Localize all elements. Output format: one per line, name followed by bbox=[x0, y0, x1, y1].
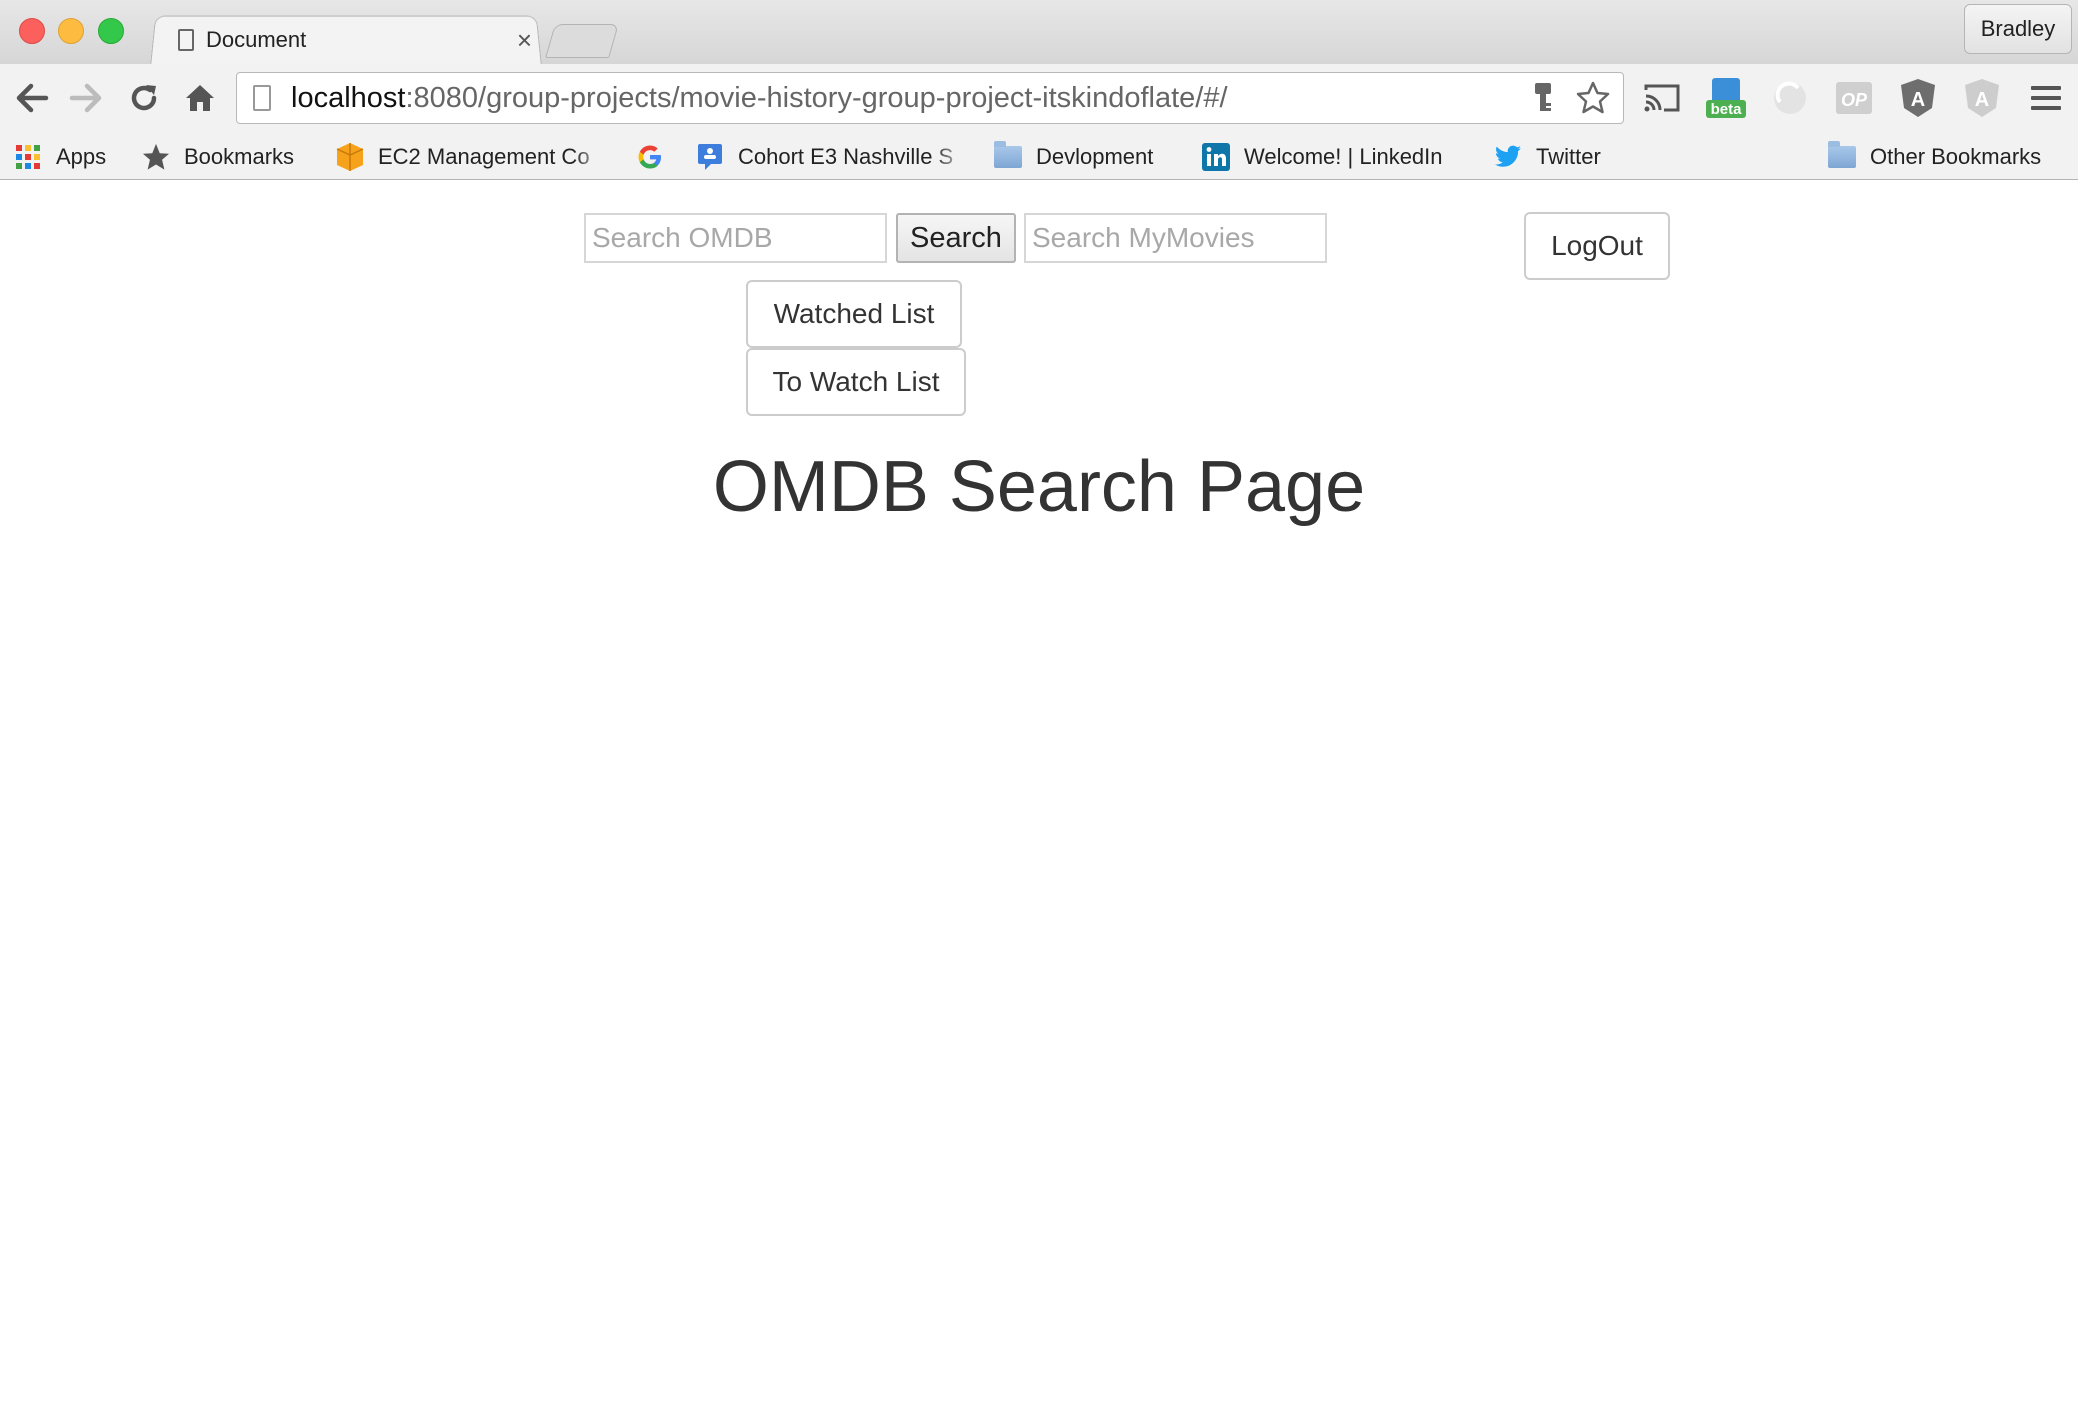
active-tab-content[interactable]: Document × bbox=[178, 22, 538, 58]
bookmark-label: Devlopment bbox=[1036, 144, 1154, 169]
search-mymovies-input[interactable] bbox=[1024, 213, 1327, 263]
watched-list-button[interactable]: Watched List bbox=[746, 280, 962, 348]
angular-glyph: A bbox=[1901, 79, 1935, 117]
home-button[interactable] bbox=[180, 78, 220, 118]
logout-button[interactable]: LogOut bbox=[1524, 212, 1670, 280]
bookmark-star-icon[interactable] bbox=[1573, 78, 1613, 118]
star-outline-glyph bbox=[1576, 81, 1610, 114]
tab-title: Document bbox=[206, 27, 307, 52]
tab-close-icon[interactable]: × bbox=[517, 25, 532, 56]
twitter-icon bbox=[1494, 143, 1522, 171]
cast-icon[interactable] bbox=[1640, 76, 1684, 120]
to-watch-list-button[interactable]: To Watch List bbox=[746, 348, 966, 416]
url-path: :8080/group-projects/movie-history-group… bbox=[405, 81, 1228, 114]
angular-light-label: A bbox=[1975, 89, 1989, 111]
aws-icon bbox=[336, 143, 364, 171]
op-label: OP bbox=[1841, 90, 1868, 110]
page-info-icon[interactable] bbox=[253, 85, 271, 111]
bookmark-label: Welcome! | LinkedIn bbox=[1244, 144, 1443, 169]
search-button[interactable]: Search bbox=[896, 213, 1016, 263]
bookmark-label: Other Bookmarks bbox=[1870, 144, 2042, 169]
bookmark-devlopment-folder[interactable]: Devlopment bbox=[994, 140, 1153, 174]
forward-button[interactable] bbox=[66, 78, 106, 118]
close-window-button[interactable] bbox=[19, 18, 45, 44]
sync-glyph bbox=[1774, 81, 1806, 114]
hamburger-glyph bbox=[2031, 86, 2061, 110]
back-arrow-icon bbox=[16, 83, 49, 113]
search-omdb-input[interactable] bbox=[584, 213, 887, 263]
url-host: localhost bbox=[291, 81, 406, 114]
sync-extension-icon[interactable] bbox=[1768, 76, 1812, 120]
cast-glyph bbox=[1644, 84, 1680, 112]
address-bar[interactable]: localhost:8080/group-projects/movie-hist… bbox=[236, 72, 1624, 124]
bookmark-label: EC2 Management Co bbox=[378, 144, 590, 169]
angular-light-icon[interactable]: A bbox=[1960, 76, 2004, 120]
profile-button[interactable]: Bradley bbox=[1964, 4, 2072, 54]
menu-icon[interactable] bbox=[2024, 76, 2068, 120]
bookmark-ec2[interactable]: EC2 Management Co bbox=[336, 140, 608, 174]
document-icon bbox=[178, 29, 194, 51]
maximize-window-button[interactable] bbox=[98, 18, 124, 44]
back-button[interactable] bbox=[12, 78, 52, 118]
page-content: Search LogOut Watched List To Watch List… bbox=[0, 181, 2078, 1406]
bookmark-bookmarks[interactable]: Bookmarks bbox=[142, 140, 294, 174]
apps-grid-icon bbox=[14, 143, 42, 171]
classroom-icon bbox=[696, 143, 724, 171]
bookmark-label: Twitter bbox=[1536, 144, 1601, 169]
key-icon[interactable] bbox=[1523, 78, 1563, 118]
bookmark-twitter[interactable]: Twitter bbox=[1494, 140, 1601, 174]
bookmark-linkedin[interactable]: Welcome! | LinkedIn bbox=[1202, 140, 1443, 174]
bookmark-other-folder[interactable]: Other Bookmarks bbox=[1828, 140, 2041, 174]
browser-window: Document × Bradley localhost:8080/group-… bbox=[0, 0, 2078, 1406]
browser-toolbar: localhost:8080/group-projects/movie-hist… bbox=[0, 64, 2078, 134]
beta-extension-icon[interactable]: beta bbox=[1704, 76, 1748, 120]
folder-icon bbox=[994, 141, 1022, 171]
op-glyph: OP bbox=[1836, 82, 1872, 114]
bookmark-label: Bookmarks bbox=[184, 144, 295, 169]
reload-button[interactable] bbox=[124, 78, 164, 118]
bookmark-label: Cohort E3 Nashville S bbox=[738, 144, 954, 169]
url-text[interactable]: localhost:8080/group-projects/movie-hist… bbox=[291, 82, 1523, 115]
google-icon bbox=[636, 143, 664, 171]
home-icon bbox=[186, 85, 214, 111]
folder-icon bbox=[1828, 141, 1856, 171]
bookmark-google[interactable] bbox=[636, 140, 678, 174]
linkedin-icon bbox=[1202, 143, 1230, 171]
page-title: OMDB Search Page bbox=[712, 447, 1366, 527]
angular-light-glyph: A bbox=[1965, 79, 1999, 117]
angular-icon[interactable]: A bbox=[1896, 76, 1940, 120]
beta-glyph: beta bbox=[1706, 78, 1746, 118]
minimize-window-button[interactable] bbox=[58, 18, 84, 44]
bookmark-cohort[interactable]: Cohort E3 Nashville S bbox=[696, 140, 968, 174]
reload-icon bbox=[131, 85, 157, 111]
title-bar: Document × Bradley bbox=[0, 0, 2078, 68]
star-icon bbox=[142, 143, 170, 171]
new-tab-button[interactable] bbox=[545, 24, 619, 58]
key-glyph bbox=[1535, 83, 1551, 111]
bookmark-label: Apps bbox=[56, 144, 107, 169]
forward-arrow-icon bbox=[69, 83, 102, 113]
angular-label: A bbox=[1911, 89, 1925, 111]
beta-label: beta bbox=[1711, 101, 1743, 118]
op-extension-icon[interactable]: OP bbox=[1832, 76, 1876, 120]
bookmark-apps[interactable]: Apps bbox=[14, 140, 106, 174]
bookmarks-bar: Apps Bookmarks EC2 Management Co Cohort … bbox=[0, 134, 2078, 180]
